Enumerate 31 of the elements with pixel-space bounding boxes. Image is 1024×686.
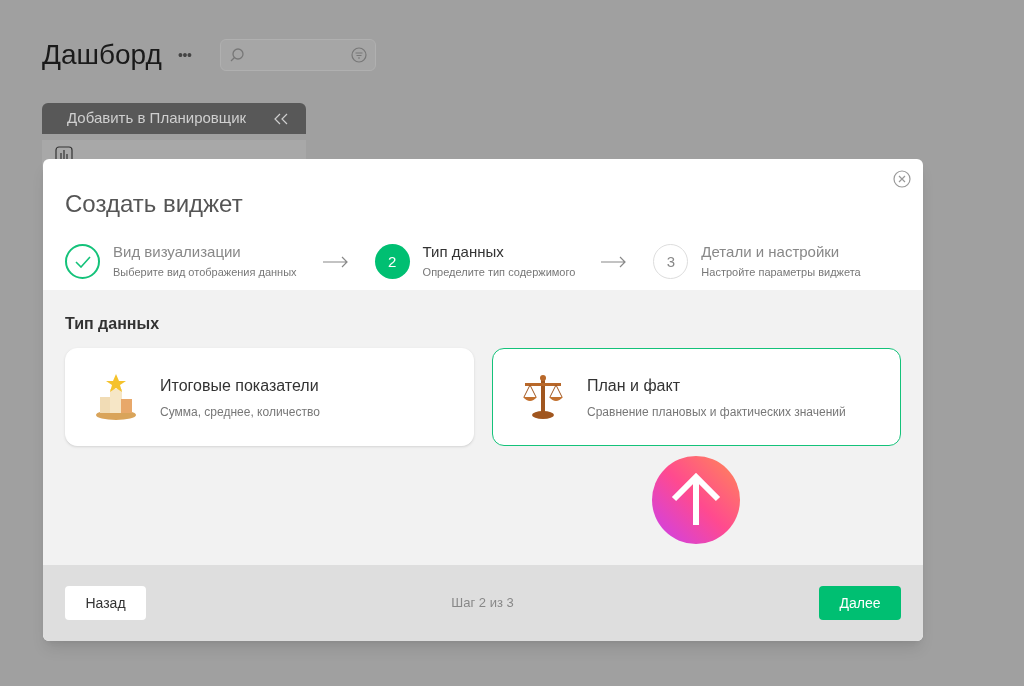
search-field[interactable] — [219, 39, 376, 71]
step-counter: Шаг 2 из 3 — [451, 594, 514, 613]
filter-icon[interactable] — [350, 47, 367, 63]
option-title: План и факт — [587, 375, 681, 396]
step-indicator: 2 — [374, 244, 410, 280]
step-indicator: 3 — [653, 244, 689, 280]
search-icon — [228, 47, 245, 63]
step-subtitle: Выберите вид отображения данных — [113, 265, 297, 280]
step-title: Детали и настройки — [701, 243, 841, 261]
option-subtitle: Сумма, среднее, количество — [160, 403, 320, 421]
podium-icon — [94, 373, 138, 421]
step-title: Тип данных — [422, 243, 505, 261]
more-button[interactable]: ••• — [177, 44, 192, 66]
step-subtitle: Настройте параметры виджета — [701, 265, 861, 280]
collapse-icon[interactable] — [274, 112, 288, 125]
option-subtitle: Сравнение плановых и фактических значений — [587, 403, 846, 421]
option-title: Итоговые показатели — [160, 375, 320, 396]
arrow-icon — [601, 255, 628, 268]
option-card[interactable]: План и факт Сравнение плановых и фактических значений — [492, 348, 901, 446]
step-title: Вид визуализации — [113, 243, 242, 261]
arrow-icon — [322, 255, 349, 268]
close-icon[interactable] — [893, 170, 911, 188]
check-icon — [74, 255, 91, 268]
section-title: Тип данных — [65, 314, 161, 334]
scales-icon — [521, 373, 565, 421]
step-subtitle: Определите тип содержимого — [422, 265, 576, 280]
planner-title: Добавить в Планировщик — [67, 108, 247, 129]
page-title: Дашборд — [42, 38, 162, 72]
back-button[interactable]: Назад — [65, 586, 146, 620]
option-card[interactable]: Итоговые показатели Сумма, среднее, количество — [65, 348, 474, 446]
dialog-title: Создать виджет — [65, 189, 244, 219]
